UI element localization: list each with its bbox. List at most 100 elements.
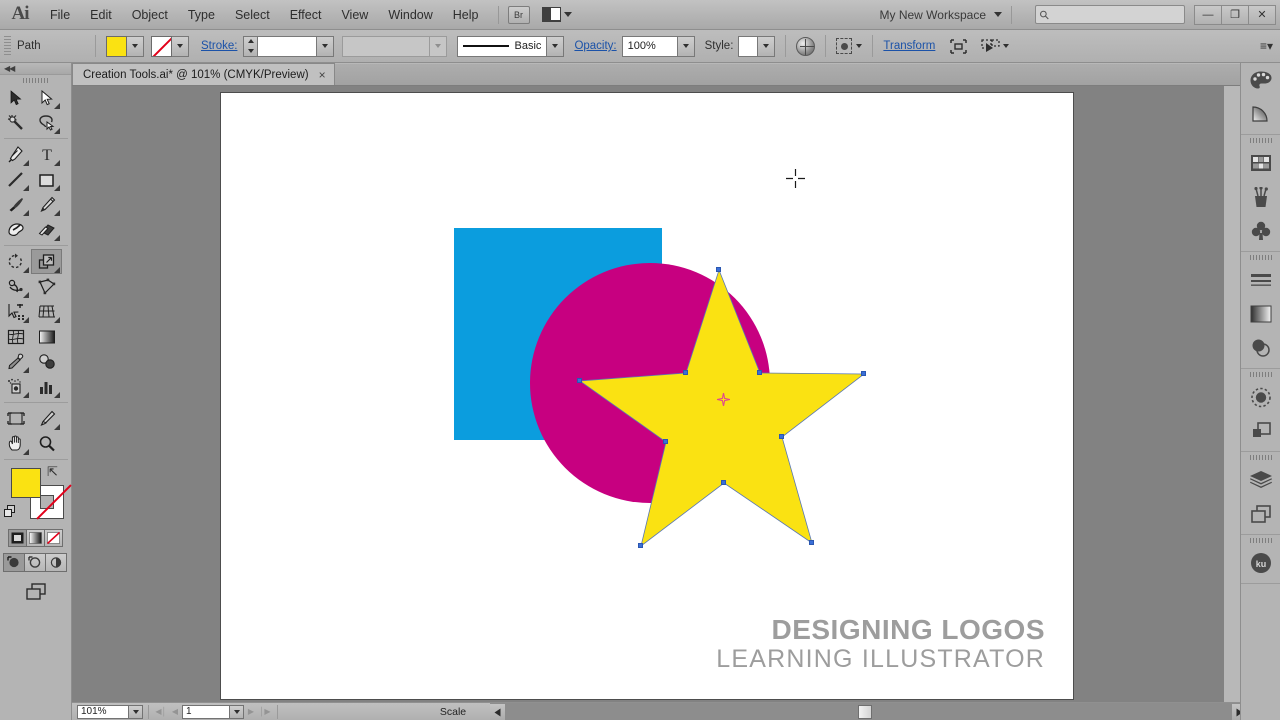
anchor-point[interactable]: [663, 439, 668, 444]
swap-fill-stroke-icon[interactable]: ⇱: [47, 464, 58, 480]
anchor-point[interactable]: [779, 434, 784, 439]
artboard-number-field[interactable]: 1: [182, 704, 230, 719]
default-fill-stroke-icon[interactable]: [3, 504, 17, 523]
brush-field[interactable]: Basic: [457, 35, 548, 57]
rotate-tool[interactable]: [0, 249, 31, 274]
lasso-tool[interactable]: [31, 110, 62, 135]
select-similar-objects-button[interactable]: [836, 38, 863, 54]
restore-button[interactable]: ❐: [1221, 4, 1249, 25]
zoom-level-field[interactable]: 101%: [77, 704, 129, 719]
symbols-panel-icon[interactable]: [1241, 214, 1280, 248]
draw-inside-button[interactable]: [45, 553, 67, 572]
transform-panel-link[interactable]: Transform: [883, 40, 935, 52]
artboards-panel-icon[interactable]: [1241, 497, 1280, 531]
tools-panel-collapse-button[interactable]: ◀◀: [0, 63, 71, 75]
opacity-control[interactable]: 100%: [621, 35, 695, 57]
graphic-style-swatch[interactable]: [738, 35, 759, 57]
menu-help[interactable]: Help: [443, 0, 489, 30]
last-artboard-button[interactable]: │▶: [258, 705, 272, 719]
dock-grip[interactable]: [1241, 535, 1280, 546]
eyedropper-tool[interactable]: [0, 349, 31, 374]
hand-tool[interactable]: [0, 431, 31, 456]
document-tab[interactable]: Creation Tools.ai* @ 101% (CMYK/Preview)…: [72, 63, 335, 85]
fill-color-control[interactable]: [106, 35, 144, 57]
arrange-documents-button[interactable]: [541, 7, 572, 22]
canvas-area[interactable]: DESIGNING LOGOS LEARNING ILLUSTRATOR: [72, 86, 1224, 702]
anchor-point[interactable]: [757, 370, 762, 375]
menu-edit[interactable]: Edit: [80, 0, 122, 30]
transform-origin-icon[interactable]: [717, 393, 730, 406]
opacity-label-link[interactable]: Opacity:: [574, 40, 616, 52]
stroke-weight-field[interactable]: [257, 35, 318, 57]
anchor-point[interactable]: [861, 371, 866, 376]
workspace-switcher[interactable]: My New Workspace: [880, 8, 986, 22]
zoom-level-dropdown[interactable]: [129, 704, 143, 719]
gradient-mode-button[interactable]: [25, 529, 45, 547]
perspective-grid-tool[interactable]: [31, 299, 62, 324]
close-icon[interactable]: ×: [319, 68, 326, 82]
dock-grip[interactable]: [1241, 135, 1280, 146]
opacity-dropdown[interactable]: [677, 35, 695, 57]
swatches-panel-icon[interactable]: [1241, 146, 1280, 180]
menu-object[interactable]: Object: [122, 0, 178, 30]
stroke-color-control[interactable]: [151, 35, 189, 57]
chevron-down-icon[interactable]: [994, 12, 1002, 17]
stroke-weight-stepper[interactable]: [243, 35, 258, 57]
previous-artboard-button[interactable]: ◀: [168, 705, 182, 719]
artboard-number-dropdown[interactable]: [230, 704, 244, 719]
color-mode-button[interactable]: [7, 529, 27, 547]
anchor-point[interactable]: [577, 378, 582, 383]
tools-panel-grip[interactable]: [0, 75, 71, 85]
arrange-objects-button[interactable]: [981, 38, 1010, 54]
draw-normal-button[interactable]: [3, 553, 25, 572]
control-bar-grip[interactable]: [4, 35, 11, 57]
selection-tool[interactable]: [0, 85, 31, 110]
slice-tool[interactable]: [31, 406, 62, 431]
appearance-panel-icon[interactable]: [1241, 380, 1280, 414]
anchor-point[interactable]: [716, 267, 721, 272]
width-tool[interactable]: [0, 274, 31, 299]
artboard-tool[interactable]: [0, 406, 31, 431]
column-graph-tool[interactable]: [31, 374, 62, 399]
free-transform-tool[interactable]: [31, 274, 62, 299]
anchor-point[interactable]: [683, 370, 688, 375]
zoom-tool[interactable]: [31, 431, 62, 456]
opacity-field[interactable]: 100%: [621, 35, 678, 57]
menu-select[interactable]: Select: [225, 0, 280, 30]
pen-tool[interactable]: [0, 142, 31, 167]
gradient-tool[interactable]: [31, 324, 62, 349]
blob-brush-tool[interactable]: [0, 217, 31, 242]
menu-effect[interactable]: Effect: [280, 0, 332, 30]
line-segment-tool[interactable]: [0, 167, 31, 192]
shape-builder-tool[interactable]: [0, 299, 31, 324]
control-bar-menu-icon[interactable]: ≡▾: [1260, 39, 1280, 53]
first-artboard-button[interactable]: ◀│: [154, 705, 168, 719]
stroke-weight-control[interactable]: [243, 35, 335, 57]
brush-definition-control[interactable]: Basic: [457, 35, 565, 57]
color-panel-icon[interactable]: [1241, 63, 1280, 97]
rectangle-tool[interactable]: [31, 167, 62, 192]
color-guide-panel-icon[interactable]: [1241, 97, 1280, 131]
graphic-styles-panel-icon[interactable]: [1241, 414, 1280, 448]
kuler-panel-icon[interactable]: ku: [1241, 546, 1280, 580]
scale-tool[interactable]: [31, 249, 62, 274]
eraser-tool[interactable]: [31, 217, 62, 242]
direct-selection-tool[interactable]: [31, 85, 62, 110]
brush-dropdown[interactable]: [547, 35, 565, 57]
stroke-dropdown-button[interactable]: [172, 35, 189, 57]
horizontal-scrollbar-thumb[interactable]: [858, 705, 872, 719]
gradient-panel-icon[interactable]: [1241, 297, 1280, 331]
menu-file[interactable]: File: [40, 0, 80, 30]
menu-type[interactable]: Type: [178, 0, 225, 30]
dock-grip[interactable]: [1241, 452, 1280, 463]
paintbrush-tool[interactable]: [0, 192, 31, 217]
anchor-point[interactable]: [809, 540, 814, 545]
search-input[interactable]: ⚲: [1035, 5, 1185, 24]
scroll-left-button[interactable]: [490, 704, 505, 720]
stroke-swatch-none[interactable]: [151, 35, 172, 57]
symbol-sprayer-tool[interactable]: [0, 374, 31, 399]
fill-dropdown-button[interactable]: [127, 35, 144, 57]
fill-swatch[interactable]: [106, 35, 127, 57]
dock-grip[interactable]: [1241, 369, 1280, 380]
fill-indicator-swatch[interactable]: [11, 468, 41, 498]
